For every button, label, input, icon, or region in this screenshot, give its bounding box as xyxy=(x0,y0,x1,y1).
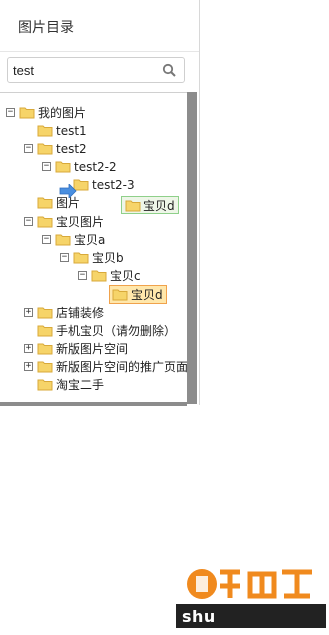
tree-node-label: 宝贝d xyxy=(131,288,163,302)
tree-node-label: 宝贝图片 xyxy=(56,215,105,229)
tree-node-label: 手机宝贝（请勿删除） xyxy=(56,324,177,338)
tree-node-label: test2 xyxy=(56,141,87,156)
expand-toggle[interactable]: + xyxy=(24,344,33,353)
folder-icon xyxy=(37,361,53,373)
tree-node[interactable]: + 新版图片空间的推广页面 xyxy=(24,358,187,375)
expand-toggle[interactable]: + xyxy=(24,362,33,371)
collapse-toggle[interactable]: − xyxy=(6,108,15,117)
folder-icon xyxy=(37,197,53,209)
drag-ghost-label: 宝贝d xyxy=(143,198,175,213)
folder-icon xyxy=(37,307,53,319)
tree-node[interactable]: + 店铺装修 xyxy=(24,304,105,321)
collapse-toggle[interactable]: − xyxy=(24,144,33,153)
tree-node-label: 宝贝b xyxy=(92,251,124,265)
folder-icon xyxy=(125,200,141,211)
vertical-scrollbar[interactable] xyxy=(187,92,197,404)
tree-node-label: 店铺装修 xyxy=(56,306,105,320)
panel-title: 图片目录 xyxy=(0,0,199,52)
tree-node-label: 新版图片空间 xyxy=(56,342,129,356)
tree-node-label: test2-2 xyxy=(74,159,117,174)
tree-node[interactable]: − 宝贝b xyxy=(60,249,125,266)
folder-icon xyxy=(37,216,53,228)
search-icon[interactable] xyxy=(162,63,176,77)
tree-node[interactable]: − test2 xyxy=(24,140,88,157)
tree-node[interactable]: − 宝贝a xyxy=(42,231,106,248)
folder-icon xyxy=(37,343,53,355)
folder-icon xyxy=(37,325,53,337)
tree-node[interactable]: 手机宝贝（请勿删除） xyxy=(24,322,177,339)
tree-node[interactable]: test1 xyxy=(24,122,88,139)
folder-icon xyxy=(73,252,89,264)
folder-tree: − 我的图片 test1 − test2 − test2-2 test2-3 图… xyxy=(0,92,187,403)
drag-ghost-item: 宝贝d xyxy=(121,196,179,214)
drop-arrow-icon xyxy=(59,184,77,198)
expand-toggle[interactable]: + xyxy=(24,308,33,317)
folder-icon xyxy=(55,161,71,173)
tree-node-label: 新版图片空间的推广页面 xyxy=(56,360,187,374)
horizontal-scrollbar[interactable] xyxy=(0,402,187,406)
tree-node-label: 我的图片 xyxy=(38,106,87,120)
tree-node[interactable]: + 新版图片空间 xyxy=(24,340,129,357)
folder-icon xyxy=(37,125,53,137)
tree-node-label: 宝贝a xyxy=(74,233,106,247)
folder-icon xyxy=(112,289,128,301)
search-box[interactable] xyxy=(7,57,185,83)
folder-icon xyxy=(55,234,71,246)
collapse-toggle[interactable]: − xyxy=(60,253,69,262)
tree-node[interactable]: − 宝贝c xyxy=(78,267,142,284)
folder-icon xyxy=(91,270,107,282)
collapse-toggle[interactable]: − xyxy=(42,162,51,171)
folder-icon xyxy=(19,107,35,119)
tree-node-label: test2-3 xyxy=(92,177,135,192)
tree-node-label: 淘宝二手 xyxy=(56,378,105,392)
tree-node[interactable]: 淘宝二手 xyxy=(24,376,105,393)
tree-node-label: 宝贝c xyxy=(110,269,141,283)
folder-icon xyxy=(37,143,53,155)
tree-node[interactable]: − 宝贝图片 xyxy=(24,213,105,230)
collapse-toggle[interactable]: − xyxy=(42,235,51,244)
folder-icon xyxy=(37,379,53,391)
tree-node[interactable]: − test2-2 xyxy=(42,158,118,175)
tree-node[interactable]: − 我的图片 xyxy=(6,104,87,121)
search-input[interactable] xyxy=(13,61,153,79)
tree-node-selected[interactable]: 宝贝d xyxy=(109,285,167,304)
collapse-toggle[interactable]: − xyxy=(78,271,87,280)
tree-node-label: test1 xyxy=(56,123,87,138)
picture-directory-panel: 图片目录 − 我的图片 test1 − test2 − test2-2 xyxy=(0,0,200,406)
watermark-text: shu xyxy=(178,606,220,627)
collapse-toggle[interactable]: − xyxy=(24,217,33,226)
